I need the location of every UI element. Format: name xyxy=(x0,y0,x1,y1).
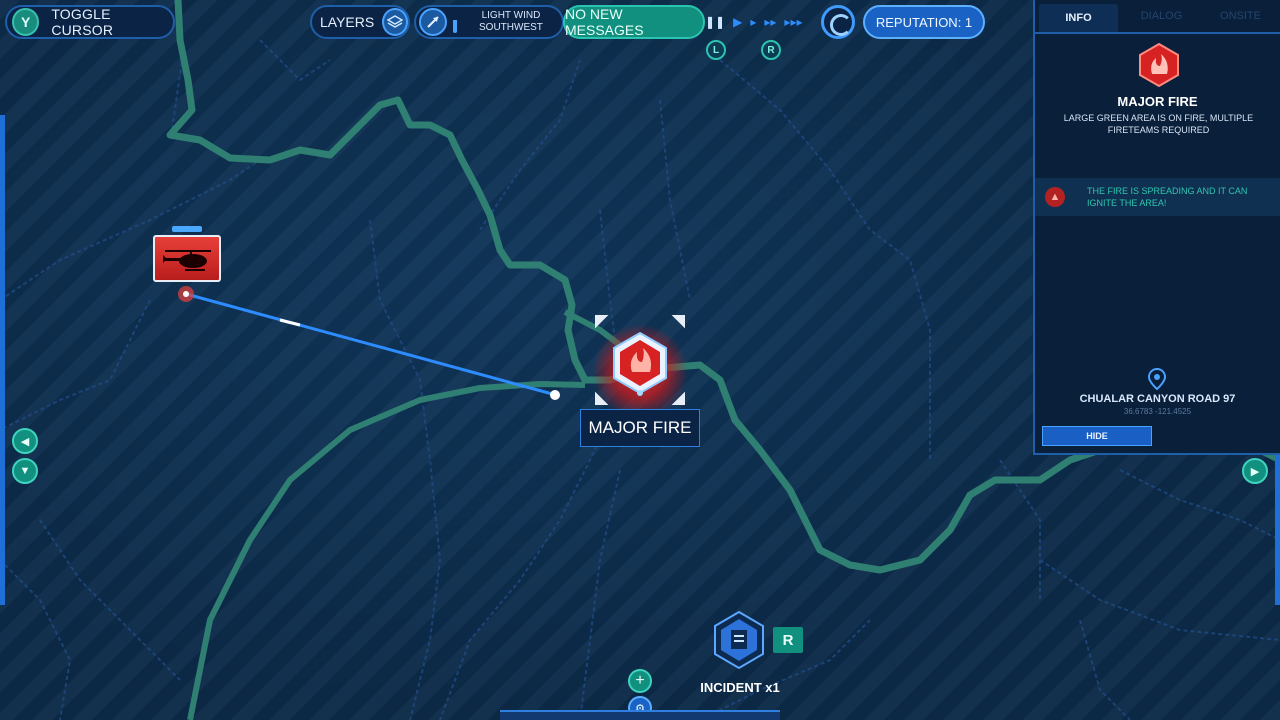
arrow-down-icon[interactable]: ▼ xyxy=(12,458,38,484)
fastest-forward-button[interactable]: ▸▸▸ xyxy=(784,15,802,29)
layers-icon xyxy=(382,8,408,36)
bottom-toolbar xyxy=(500,710,780,720)
zoom-in-icon[interactable]: + xyxy=(628,669,652,693)
reputation-badge: REPUTATION: 1 xyxy=(863,5,985,39)
tab-dialog[interactable]: DIALOG xyxy=(1122,0,1201,32)
hide-button[interactable]: HIDE xyxy=(1042,426,1152,446)
fire-warning-icon: ▲ xyxy=(1045,187,1065,207)
arrow-left-icon[interactable]: ◀ xyxy=(12,428,38,454)
unit-status-bar xyxy=(172,226,202,232)
game-map-view[interactable]: Y TOGGLE CURSOR LAYERS LIGHT WIND SOUTHW… xyxy=(0,0,1280,720)
wind-indicator: LIGHT WIND SOUTHWEST xyxy=(414,5,564,39)
right-edge-bar xyxy=(1275,455,1280,605)
play-button[interactable]: ▶ xyxy=(733,15,742,29)
reputation-label: REPUTATION: 1 xyxy=(875,14,973,30)
shoulder-l-icon: L xyxy=(706,40,726,60)
location-coordinates: 36.6783 -121.4525 xyxy=(1123,407,1192,416)
faster-forward-button[interactable]: ▸▸ xyxy=(764,15,776,29)
wind-direction-icon xyxy=(419,8,447,36)
incident-title: MAJOR FIRE xyxy=(1117,94,1198,109)
incident-description: LARGE GREEN AREA IS ON FIRE, MULTIPLE FI… xyxy=(1063,113,1254,135)
warning-text: THE FIRE IS SPREADING AND IT CAN IGNITE … xyxy=(1087,186,1248,208)
panel-tabs: INFO DIALOG ONSITE xyxy=(1035,0,1280,34)
incident-map-label[interactable]: MAJOR FIRE xyxy=(580,409,700,447)
time-speed-controls[interactable]: ❚❚ ▶ ▸ ▸▸ ▸▸▸ xyxy=(705,5,855,39)
toggle-cursor-button[interactable]: Y TOGGLE CURSOR xyxy=(5,5,175,39)
left-edge-bar xyxy=(0,115,5,605)
layers-button[interactable]: LAYERS xyxy=(310,5,410,39)
helicopter-unit-marker[interactable] xyxy=(153,235,221,282)
fast-forward-button[interactable]: ▸ xyxy=(750,15,756,29)
location-pin-icon xyxy=(1148,368,1166,390)
y-key-icon: Y xyxy=(12,8,40,36)
tab-info[interactable]: INFO xyxy=(1039,4,1118,32)
location-name: CHUALAR CANYON ROAD 97 xyxy=(1079,393,1236,405)
toggle-cursor-label: TOGGLE CURSOR xyxy=(51,6,114,38)
incident-list-icon[interactable] xyxy=(712,610,766,670)
wind-direction-label: SOUTHWEST xyxy=(479,22,543,33)
fire-icon xyxy=(1139,42,1179,88)
pause-button[interactable]: ❚❚ xyxy=(705,15,725,29)
clock-dial-icon[interactable] xyxy=(821,5,855,39)
spread-warning: ▲ THE FIRE IS SPREADING AND IT CAN IGNIT… xyxy=(1035,178,1280,216)
arrow-right-icon[interactable]: ▶ xyxy=(1242,458,1268,484)
shoulder-r-icon: R xyxy=(761,40,781,60)
wind-strength-bar xyxy=(453,11,457,33)
r-key-icon: R xyxy=(773,627,803,653)
incident-info-panel: INFO DIALOG ONSITE MAJOR FIRE LARGE GREE… xyxy=(1033,0,1280,455)
helicopter-icon xyxy=(163,250,211,271)
layers-label: LAYERS xyxy=(320,14,375,30)
messages-label: NO NEW MESSAGES xyxy=(565,6,644,38)
wind-text: LIGHT WIND SOUTHWEST xyxy=(479,10,543,34)
messages-button[interactable]: NO NEW MESSAGES xyxy=(563,5,705,39)
tab-onsite[interactable]: ONSITE xyxy=(1201,0,1280,32)
incident-count-label: INCIDENT x1 xyxy=(700,680,780,695)
wind-strength-label: LIGHT WIND xyxy=(481,10,541,21)
